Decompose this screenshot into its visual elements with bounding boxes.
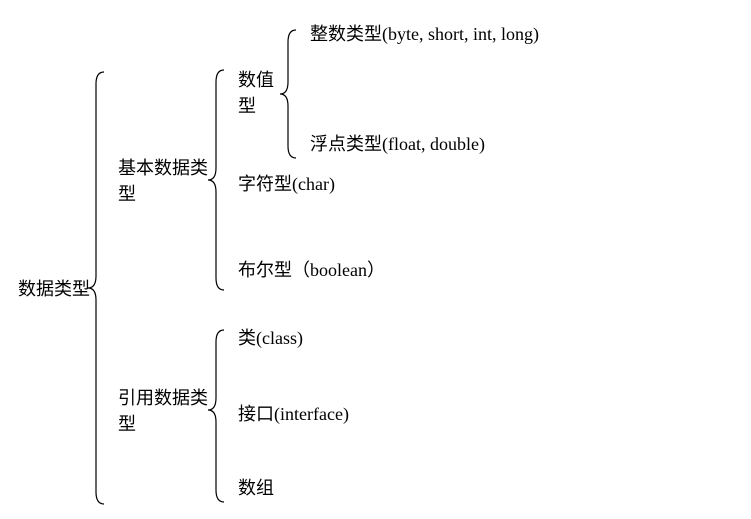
primitive-label-line2: 型 <box>118 184 136 204</box>
numeric-brace <box>280 30 296 158</box>
root-label: 数据类型 <box>18 279 90 299</box>
char-leaf: 字符型(char) <box>238 174 335 195</box>
type-hierarchy-diagram: 数据类型 基本数据类 型 数值 型 整数类型(byte, short, int,… <box>0 0 751 519</box>
integer-leaf: 整数类型(byte, short, int, long) <box>310 24 539 45</box>
numeric-label-line2: 型 <box>238 96 256 116</box>
root-brace <box>88 72 104 504</box>
interface-leaf: 接口(interface) <box>238 404 349 425</box>
array-leaf: 数组 <box>238 478 274 498</box>
reference-label-line1: 引用数据类 <box>118 388 208 408</box>
reference-brace <box>208 330 224 502</box>
primitive-label-line1: 基本数据类 <box>118 158 208 178</box>
float-leaf: 浮点类型(float, double) <box>310 134 485 155</box>
numeric-label-line1: 数值 <box>238 70 274 90</box>
primitive-brace <box>208 70 224 290</box>
boolean-leaf: 布尔型（boolean） <box>238 260 385 280</box>
reference-label-line2: 型 <box>118 414 136 434</box>
class-leaf: 类(class) <box>238 328 303 349</box>
